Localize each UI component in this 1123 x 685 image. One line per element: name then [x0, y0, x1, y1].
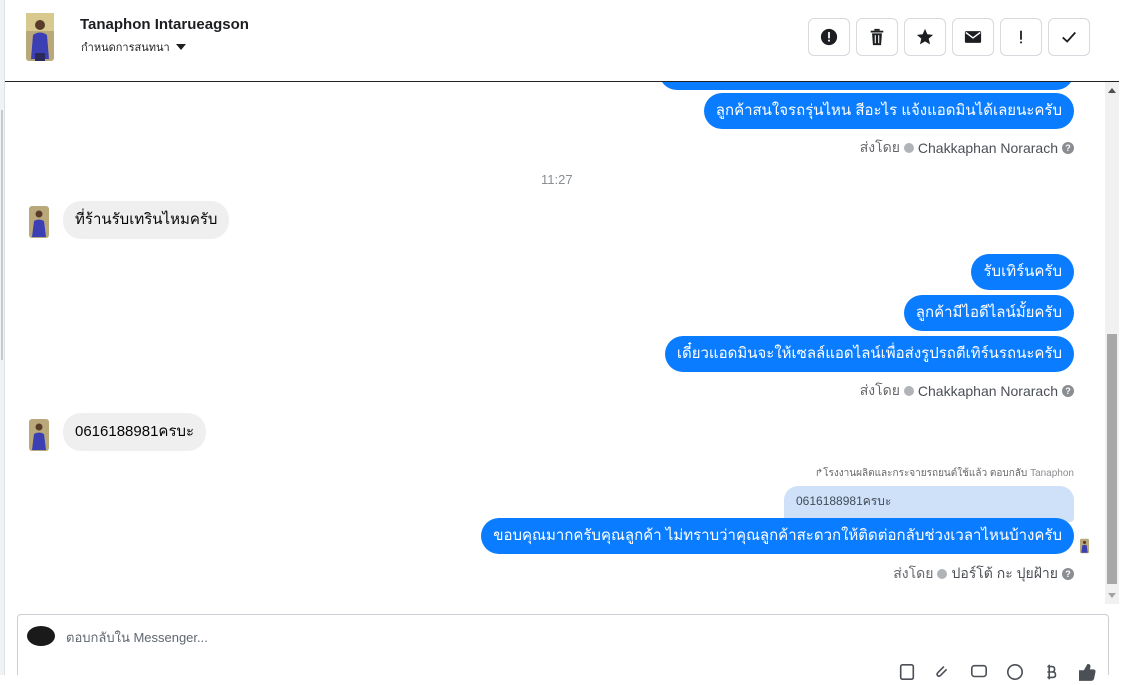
- baht-icon: [1047, 664, 1057, 680]
- paperclip-icon: [936, 666, 948, 677]
- agent-name[interactable]: ปอร์โต้ กะ ปุยฝ้าย: [951, 563, 1058, 585]
- quick-reply-button[interactable]: [968, 663, 990, 685]
- spam-button[interactable]: [1000, 18, 1042, 56]
- message-thread: ลูกค้าสนใจรถรุ่นไหน สีอะไร แจ้งแอดมินได้…: [5, 82, 1105, 604]
- report-button[interactable]: [808, 18, 850, 56]
- alert-circle-icon: [820, 28, 838, 46]
- smiley-icon: [1006, 663, 1024, 681]
- message-bubble-outgoing[interactable]: ขอบคุณมากครับคุณลูกค้า ไม่ทราบว่าคุณลูกค…: [481, 518, 1074, 554]
- header-actions: [808, 18, 1090, 56]
- seen-avatar: [1080, 538, 1089, 554]
- inbox-window: Tanaphon Intarueagson กำหนดการสนทนา ลูกค…: [0, 0, 1123, 681]
- saved-reply-button[interactable]: [896, 663, 918, 685]
- scroll-down-arrow-icon[interactable]: [1108, 593, 1116, 598]
- delete-button[interactable]: [856, 18, 898, 56]
- quoted-message[interactable]: 0616188981ครบะ: [784, 486, 1074, 522]
- contact-avatar-small[interactable]: [29, 419, 49, 451]
- star-icon: [916, 28, 934, 45]
- contact-name: Tanaphon Intarueagson: [80, 16, 249, 33]
- timestamp: 11:27: [541, 172, 573, 187]
- reply-input[interactable]: [66, 627, 566, 647]
- sent-by-prefix: ส่งโดย: [859, 382, 900, 398]
- help-icon[interactable]: ?: [1062, 385, 1074, 397]
- verified-icon: [903, 143, 914, 153]
- left-scrollbar-thumb[interactable]: [1, 110, 3, 360]
- sent-by-label: ส่งโดย ปอร์โต้ กะ ปุยฝ้าย ?: [893, 563, 1074, 585]
- help-icon[interactable]: ?: [1062, 568, 1074, 580]
- check-icon: [1062, 31, 1076, 43]
- help-icon[interactable]: ?: [1062, 142, 1074, 154]
- star-button[interactable]: [904, 18, 946, 56]
- emoji-button[interactable]: [1004, 663, 1026, 685]
- agent-name[interactable]: Chakkaphan Norarach: [918, 383, 1058, 399]
- message-bubble-outgoing-partial[interactable]: [659, 82, 1074, 90]
- like-button[interactable]: [1076, 663, 1098, 685]
- message-bubble-outgoing[interactable]: รับเทิร์นครับ: [971, 254, 1074, 290]
- trash-icon: [870, 28, 884, 46]
- reply-target: Tanaphon: [1030, 468, 1074, 479]
- agent-name[interactable]: Chakkaphan Norarach: [918, 140, 1058, 156]
- thread-scrollbar[interactable]: [1105, 82, 1119, 604]
- message-bubble-outgoing[interactable]: ลูกค้ามีไอดีไลน์มั้ยครับ: [903, 295, 1074, 331]
- page-logo: [27, 626, 55, 646]
- thumbs-up-icon: [1078, 663, 1096, 681]
- chat-dots-icon: [970, 664, 988, 678]
- reply-composer: [17, 614, 1109, 681]
- attach-button[interactable]: [932, 663, 954, 685]
- sent-by-label: ส่งโดย Chakkaphan Norarach ?: [860, 380, 1074, 402]
- message-bubble-incoming[interactable]: 0616188981ครบะ: [63, 413, 207, 451]
- scrollbar-thumb[interactable]: [1107, 334, 1117, 584]
- exclamation-icon: [1020, 30, 1022, 44]
- envelope-icon: [964, 31, 982, 43]
- conversation-header: Tanaphon Intarueagson กำหนดการสนทนา: [5, 0, 1119, 82]
- message-bubble-outgoing[interactable]: ลูกค้าสนใจรถรุ่นไหน สีอะไร แจ้งแอดมินได้…: [703, 93, 1074, 129]
- message-bubble-outgoing[interactable]: เดี๋ยวแอดมินจะให้เซลล์แอดไลน์เพื่อส่งรูป…: [664, 336, 1074, 372]
- reply-context: ↱โรงงานผลิตและกระจายรถยนต์ใช้แล้ว ตอบกลั…: [815, 466, 1074, 481]
- done-button[interactable]: [1048, 18, 1090, 56]
- verified-icon: [937, 569, 948, 579]
- caret-down-icon: [175, 44, 186, 50]
- email-button[interactable]: [952, 18, 994, 56]
- sent-by-label: ส่งโดย Chakkaphan Norarach ?: [860, 137, 1074, 159]
- sent-by-prefix: ส่งโดย: [859, 139, 900, 155]
- contact-avatar[interactable]: [26, 13, 54, 61]
- reply-meta-text: ↱โรงงานผลิตและกระจายรถยนต์ใช้แล้ว ตอบกลั…: [814, 468, 1028, 479]
- scroll-up-arrow-icon[interactable]: [1108, 88, 1116, 93]
- composer-tools: [896, 663, 1098, 685]
- message-bubble-incoming[interactable]: ที่ร้านรับเทรินไหมครับ: [63, 201, 230, 239]
- saved-reply-icon: [899, 663, 915, 681]
- assign-conversation-dropdown[interactable]: กำหนดการสนทนา: [81, 38, 186, 56]
- sent-by-prefix: ส่งโดย: [893, 565, 934, 581]
- assign-label: กำหนดการสนทนา: [81, 42, 170, 54]
- payment-button[interactable]: [1040, 663, 1062, 685]
- contact-avatar-small[interactable]: [29, 206, 49, 238]
- verified-icon: [903, 386, 914, 396]
